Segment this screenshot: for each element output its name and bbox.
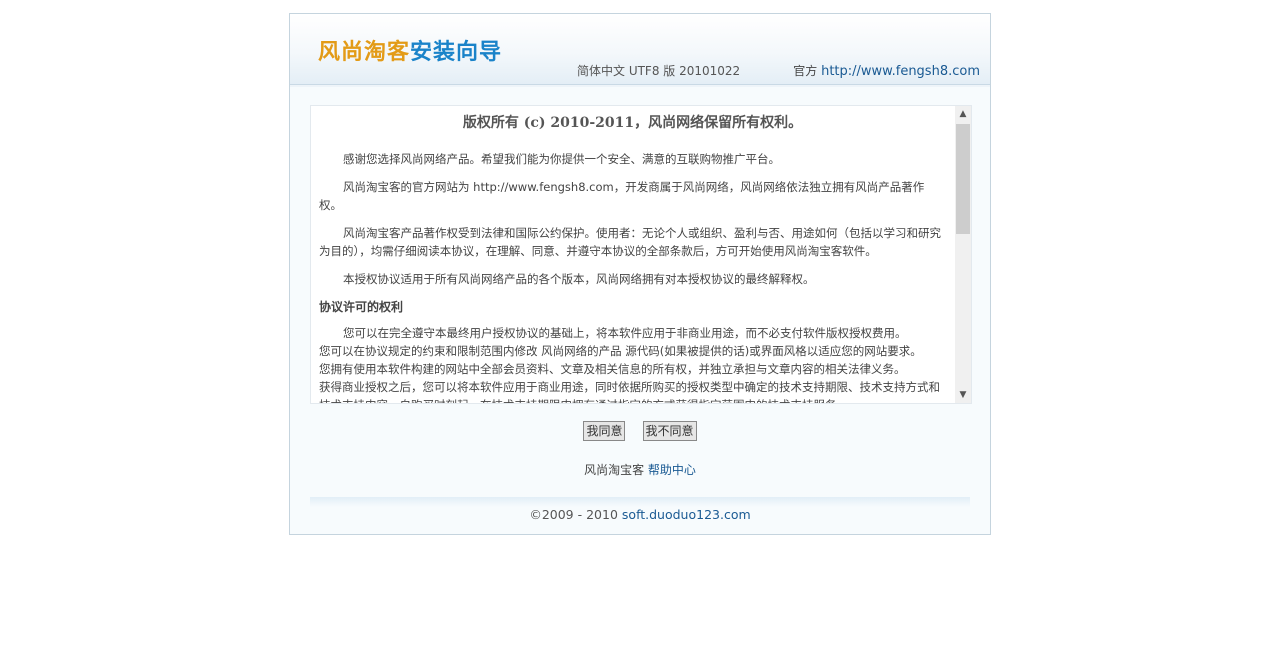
action-buttons: 我同意 我不同意: [290, 420, 990, 441]
section-heading: 协议许可的权利: [319, 300, 404, 314]
header-divider: [290, 85, 990, 87]
section-line: 您可以在完全遵守本最终用户授权协议的基础上，将本软件应用于非商业用途，而不必支付…: [343, 326, 907, 340]
help-prefix: 风尚淘宝客: [584, 463, 645, 477]
installer-container: 风尚淘客安装向导 简体中文 UTF8 版 20101022 官方 http://…: [289, 13, 991, 535]
official-label: 官方: [793, 64, 818, 78]
logo-brand: 风尚淘客: [318, 39, 411, 65]
section-line: 您可以在协议规定的约束和限制范围内修改 风尚网络的产品 源代码(如果被提供的话)…: [319, 344, 922, 358]
footer-divider: [310, 497, 970, 507]
version-info: 简体中文 UTF8 版 20101022: [577, 64, 741, 78]
copyright-text: ©2009 - 2010: [529, 507, 618, 522]
license-box[interactable]: 版权所有 (c) 2010-2011，风尚网络保留所有权利。 感谢您选择风尚网络…: [310, 105, 972, 404]
license-title: 版权所有 (c) 2010-2011，风尚网络保留所有权利。: [462, 115, 803, 131]
logo-wizard: 安装向导: [410, 40, 503, 65]
header: 风尚淘客安装向导 简体中文 UTF8 版 20101022 官方 http://…: [290, 14, 990, 87]
logo: 风尚淘客安装向导: [318, 34, 502, 66]
license-paragraph: 风尚淘宝客产品著作权受到法律和国际公约保护。使用者：无论个人或组织、盈利与否、用…: [319, 226, 941, 258]
official-link[interactable]: http://www.fengsh8.com: [821, 64, 980, 79]
footer: ©2009 - 2010 soft.duoduo123.com: [290, 507, 990, 522]
scroll-thumb[interactable]: [956, 124, 970, 234]
help-center-link[interactable]: 帮助中心: [648, 463, 696, 477]
scroll-down-icon[interactable]: ▼: [955, 387, 971, 403]
official-site: 官方 http://www.fengsh8.com: [793, 62, 980, 79]
help-line: 风尚淘宝客 帮助中心: [290, 461, 990, 478]
section-line: 您拥有使用本软件构建的网站中全部会员资料、文章及相关信息的所有权，并独立承担与文…: [319, 362, 906, 376]
license-paragraph: 风尚淘宝客的官方网站为 http://www.fengsh8.com，开发商属于…: [319, 180, 925, 212]
section-line: 获得商业授权之后，您可以将本软件应用于商业用途，同时依据所购买的授权类型中确定的…: [319, 380, 940, 403]
agree-button[interactable]: 我同意: [583, 421, 626, 441]
license-text: 版权所有 (c) 2010-2011，风尚网络保留所有权利。 感谢您选择风尚网络…: [319, 106, 946, 403]
vertical-scrollbar[interactable]: ▲ ▼: [955, 106, 971, 403]
license-paragraph: 本授权协议适用于所有风尚网络产品的各个版本，风尚网络拥有对本授权协议的最终解释权…: [343, 272, 815, 286]
footer-link[interactable]: soft.duoduo123.com: [622, 507, 751, 522]
disagree-button[interactable]: 我不同意: [642, 421, 697, 441]
license-paragraph: 感谢您选择风尚网络产品。希望我们能为你提供一个安全、满意的互联购物推广平台。: [343, 152, 780, 166]
scroll-up-icon[interactable]: ▲: [955, 106, 971, 122]
